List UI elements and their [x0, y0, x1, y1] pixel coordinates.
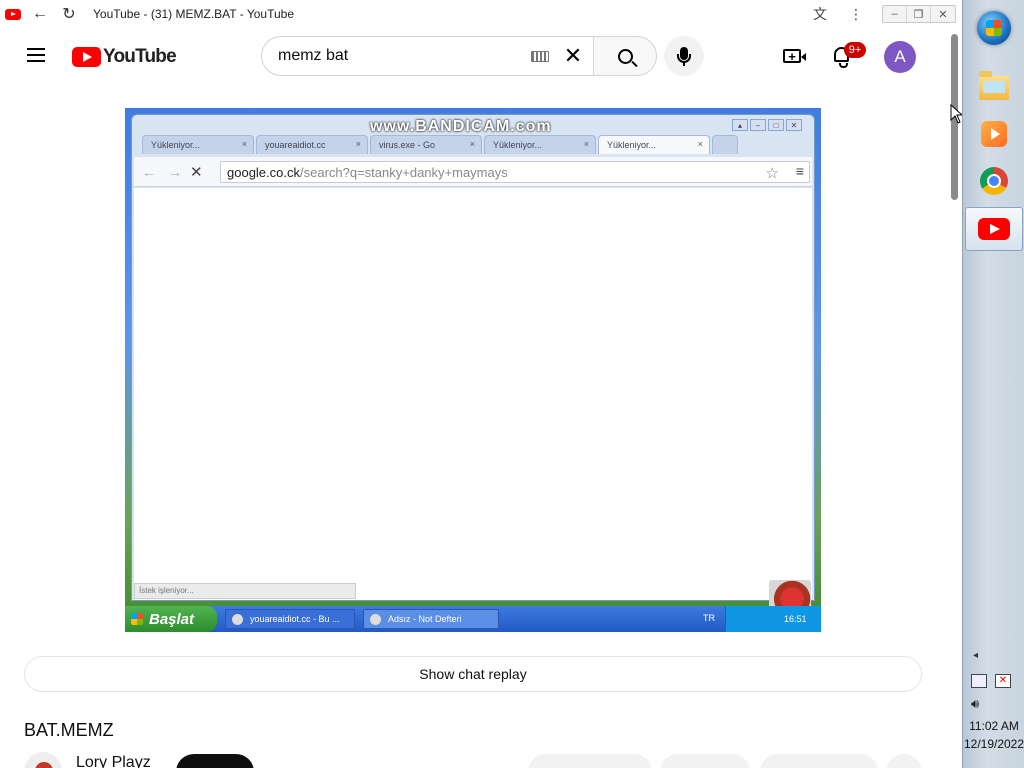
bandicam-watermark: www.BANDICAM.com: [370, 118, 552, 135]
translate-icon[interactable]: 文: [810, 4, 830, 24]
restore-button[interactable]: ❐: [907, 6, 931, 22]
youtube-logo-text: YouTube: [103, 46, 177, 67]
xp-start-button: Başlat: [125, 606, 217, 632]
recorded-tab-active: Yükleniyor... ×: [598, 135, 710, 154]
channel-row: Lory Playz: [24, 750, 924, 768]
video-plus-icon: +: [783, 49, 806, 63]
recorded-tab: Yükleniyor... ×: [142, 135, 254, 154]
taskbar-media-player[interactable]: [965, 112, 1023, 156]
keyboard-icon[interactable]: [531, 50, 549, 62]
recorded-minimize-icon: –: [750, 119, 766, 131]
taskbar-chrome[interactable]: [965, 159, 1023, 203]
recorded-back-icon: ←: [142, 163, 156, 180]
recorded-forward-icon: →: [168, 163, 182, 180]
xp-language-indicator: TR: [703, 613, 715, 623]
subscribe-button[interactable]: [176, 754, 254, 768]
action-center-icon[interactable]: ✕: [995, 674, 1011, 688]
recorded-close-icon: ✕: [786, 119, 802, 131]
network-icon[interactable]: [971, 674, 987, 688]
volume-icon[interactable]: 🔊︎: [971, 696, 979, 712]
taskbar-youtube[interactable]: [965, 207, 1023, 251]
screen: ← ↻ YouTube - (31) MEMZ.BAT - YouTube 文 …: [0, 0, 1024, 768]
recorded-url-path: /search?q=stanky+danky+maymays: [300, 164, 508, 180]
xp-system-tray: 16:51: [725, 606, 821, 632]
youtube-icon: [978, 218, 1010, 240]
recorded-user-icon: ▴: [732, 119, 748, 131]
recorded-window-controls: ▴ – □ ✕: [730, 119, 802, 131]
recorded-stop-icon: ✕: [190, 163, 203, 181]
show-chat-replay-button[interactable]: Show chat replay: [24, 656, 922, 692]
share-button[interactable]: [660, 754, 750, 768]
close-window-button[interactable]: ✕: [931, 6, 955, 22]
back-arrow-icon[interactable]: ←: [30, 4, 50, 24]
chrome-icon: [980, 167, 1008, 195]
notification-badge: 9+: [844, 42, 866, 58]
voice-search-button[interactable]: [664, 36, 704, 76]
windows-taskbar: ◂ ✕ 🔊︎ 11:02 AM 12/19/2022: [962, 0, 1024, 768]
hamburger-menu-icon[interactable]: [22, 44, 50, 68]
youtube-header: YouTube memz bat ✕ + 9+ A: [0, 28, 948, 84]
microphone-icon: [677, 46, 691, 66]
channel-name[interactable]: Lory Playz: [76, 754, 151, 768]
recorded-tab: Yükleniyor... ×: [484, 135, 596, 154]
taskbar-explorer[interactable]: [965, 66, 1023, 110]
xp-taskbar-item: Adsız - Not Defteri: [363, 609, 499, 629]
search-query-text[interactable]: memz bat: [278, 47, 531, 65]
show-hidden-icons-arrow-icon[interactable]: ◂: [973, 650, 978, 661]
account-avatar[interactable]: A: [884, 41, 916, 73]
more-actions-button[interactable]: [886, 754, 922, 768]
recorded-tab-strip: Yükleniyor... × youareaidiot.cc × virus.ex…: [142, 135, 740, 157]
window-controls: – ❐ ✕: [882, 5, 956, 23]
recorded-toolbar: ← → ✕ google.co.ck/search?q=stanky+danky…: [134, 157, 812, 187]
media-player-icon: [981, 121, 1007, 147]
windows-start-button[interactable]: [977, 11, 1011, 45]
channel-avatar[interactable]: [24, 752, 62, 768]
recorded-maximize-icon: □: [768, 119, 784, 131]
search-icon: [617, 48, 633, 64]
xp-clock: 16:51: [784, 614, 807, 624]
recorded-tab: youareaidiot.cc ×: [256, 135, 368, 154]
xp-taskbar: Başlat youareaidiot.cc - Bu ... Adsız - …: [125, 606, 821, 632]
recorded-browser-window: www.BANDICAM.com ▴ – □ ✕ Yükleniyor... × …: [131, 114, 815, 601]
search-input[interactable]: memz bat ✕: [261, 36, 593, 76]
recorded-new-tab: [712, 135, 738, 154]
folder-icon: [979, 71, 1009, 100]
kebab-menu-icon[interactable]: ⋮: [846, 4, 866, 24]
reload-icon[interactable]: ↻: [59, 4, 79, 24]
xp-taskbar-item: youareaidiot.cc - Bu ...: [225, 609, 355, 629]
recorded-star-icon: ☆: [765, 165, 779, 182]
recorded-url-host: google.co.ck: [227, 164, 300, 180]
search-button[interactable]: [593, 36, 657, 76]
browser-tab-title: YouTube - (31) MEMZ.BAT - YouTube: [93, 7, 294, 21]
search-bar: memz bat ✕: [261, 36, 657, 76]
clear-search-icon[interactable]: ✕: [561, 43, 585, 68]
download-button[interactable]: [760, 754, 878, 768]
taskbar-clock-date[interactable]: 12/19/2022: [963, 737, 1024, 751]
video-player[interactable]: www.BANDICAM.com ▴ – □ ✕ Yükleniyor... × …: [125, 108, 821, 632]
titlebar-right-controls: 文 ⋮ – ❐ ✕: [810, 0, 962, 28]
youtube-favicon-icon: [5, 8, 21, 20]
browser-titlebar: ← ↻ YouTube - (31) MEMZ.BAT - YouTube 文 …: [0, 0, 962, 28]
like-dislike-button[interactable]: [528, 754, 652, 768]
page-scrollbar[interactable]: [948, 28, 962, 768]
recorded-tab: virus.exe - Go ×: [370, 135, 482, 154]
video-title: BAT.MEMZ: [24, 720, 114, 740]
recorded-blank-page: [134, 188, 812, 600]
recorded-address-bar: google.co.ck/search?q=stanky+danky+mayma…: [220, 161, 810, 183]
recorded-status-bar: İstek işleniyor...: [134, 583, 356, 599]
youtube-logo[interactable]: YouTube: [72, 46, 177, 68]
create-video-button[interactable]: +: [779, 44, 806, 68]
notifications-button[interactable]: 9+: [830, 42, 866, 70]
minimize-button[interactable]: –: [883, 6, 907, 22]
taskbar-clock-time[interactable]: 11:02 AM: [963, 719, 1024, 733]
youtube-logo-icon: [72, 47, 101, 67]
recorded-menu-icon: ≡: [795, 163, 804, 179]
